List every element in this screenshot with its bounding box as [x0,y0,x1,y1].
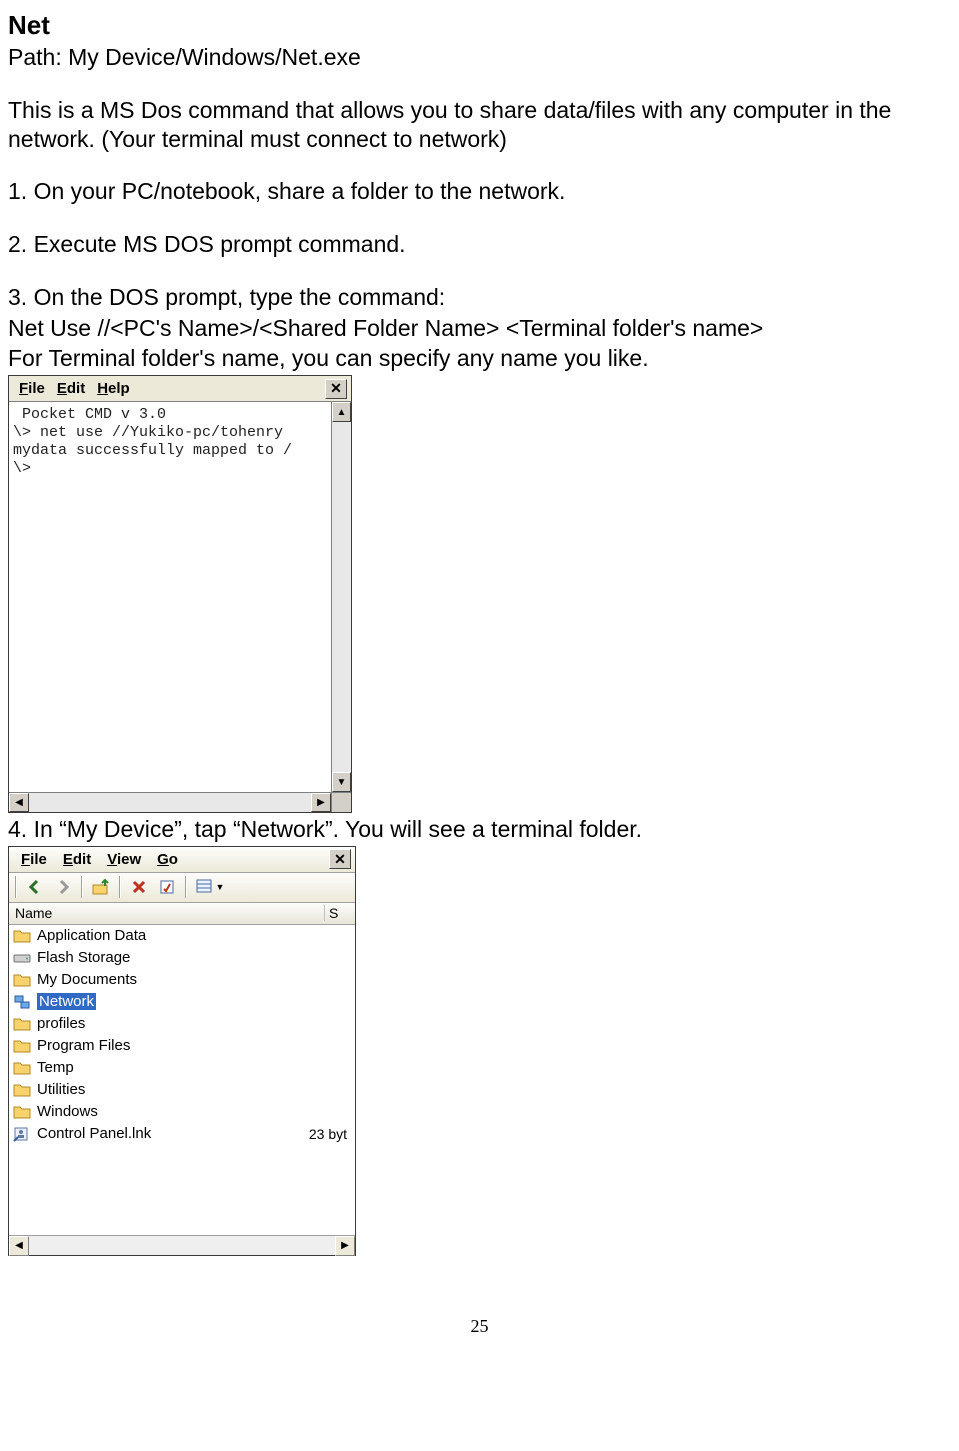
item-name: Program Files [37,1037,290,1054]
folder-icon [13,1038,31,1054]
item-size: 23 byt [296,1126,351,1142]
list-item[interactable]: Temp [9,1057,355,1079]
list-item[interactable]: Application Data [9,925,355,947]
up-folder-button[interactable] [89,875,113,899]
arrow-right-icon: ▶ [317,797,325,808]
doc-step2: 2. Execute MS DOS prompt command. [8,230,951,259]
scroll-right-button-2[interactable]: ▶ [335,1236,355,1256]
properties-icon [159,879,175,895]
menu-edit-2[interactable]: Edit [55,849,99,870]
folder-up-icon [92,879,110,895]
list-item[interactable]: Program Files [9,1035,355,1057]
doc-step1: 1. On your PC/notebook, share a folder t… [8,177,951,206]
list-item[interactable]: Utilities [9,1079,355,1101]
doc-step3c: For Terminal folder's name, you can spec… [8,344,951,373]
file-list: Application Data Flash Storage My Document… [9,925,355,1235]
properties-button[interactable] [155,875,179,899]
item-name: Utilities [37,1081,290,1098]
menu-help-label: elp [108,380,130,397]
close-button[interactable]: ✕ [325,379,347,399]
item-name: My Documents [37,971,290,988]
nav-back-button[interactable] [23,875,47,899]
item-name: profiles [37,1015,290,1032]
scroll-left-button[interactable]: ◀ [9,793,29,812]
delete-button[interactable] [127,875,151,899]
horizontal-scrollbar[interactable]: ◀ ▶ [9,792,351,812]
list-item[interactable]: Network [9,991,355,1013]
explorer-menubar: File Edit View Go ✕ [9,847,355,873]
scroll-up-button[interactable]: ▲ [332,402,351,422]
folder-icon [13,972,31,988]
explorer-window: File Edit View Go ✕ ▼ Name S [8,846,356,1256]
menu-go[interactable]: Go [149,849,186,870]
scroll-right-button[interactable]: ▶ [311,793,331,812]
close-icon: ✕ [330,380,342,397]
folder-icon [13,1082,31,1098]
arrow-down-icon: ▼ [337,777,347,788]
folder-icon [13,1104,31,1120]
menu-edit-2-label: dit [73,851,91,868]
cmd-window: File Edit Help ✕ Pocket CMD v 3.0 \> net… [8,375,352,813]
item-name: Network [37,993,290,1010]
doc-intro: This is a MS Dos command that allows you… [8,96,951,154]
vertical-scrollbar[interactable]: ▲ ▼ [331,402,351,792]
close-button-2[interactable]: ✕ [329,849,351,869]
dropdown-icon: ▼ [216,882,225,892]
view-icon [196,879,214,895]
scroll-track-h[interactable] [29,793,311,812]
close-icon-2: ✕ [334,851,346,868]
menu-go-label: o [169,851,178,868]
arrow-left-icon-2: ◀ [15,1240,23,1251]
item-name: Flash Storage [37,949,290,966]
arrow-left-icon [27,879,43,895]
column-name[interactable]: Name [9,905,325,921]
arrow-right-icon-2: ▶ [341,1240,349,1251]
list-item[interactable]: Windows [9,1101,355,1123]
delete-icon [131,879,147,895]
list-item[interactable]: Control Panel.lnk 23 byt [9,1123,355,1145]
column-headers[interactable]: Name S [9,903,355,925]
list-item[interactable]: profiles [9,1013,355,1035]
cmd-menubar: File Edit Help ✕ [9,376,351,402]
folder-icon [13,1016,31,1032]
item-name: Control Panel.lnk [37,1125,290,1142]
doc-step4: 4. In “My Device”, tap “Network”. You wi… [8,815,951,844]
menu-view[interactable]: View [99,849,149,870]
menu-file-label: ile [28,380,45,397]
arrow-left-icon: ◀ [15,797,23,808]
doc-title: Net [8,10,951,41]
drive-icon [13,950,31,966]
explorer-toolbar: ▼ [9,873,355,903]
arrow-up-icon: ▲ [337,407,347,418]
item-name: Windows [37,1103,290,1120]
scroll-down-button[interactable]: ▼ [332,772,351,792]
scroll-left-button-2[interactable]: ◀ [9,1236,29,1256]
link-icon [13,1126,31,1142]
page-number: 25 [8,1316,951,1337]
nav-forward-button[interactable] [51,875,75,899]
scroll-track[interactable] [332,422,351,772]
item-name: Application Data [37,927,290,944]
column-size[interactable]: S [325,905,355,921]
arrow-right-icon [55,879,71,895]
view-mode-button[interactable]: ▼ [193,875,227,899]
menu-edit[interactable]: Edit [51,378,91,399]
menu-view-label: iew [117,851,141,868]
item-name: Temp [37,1059,290,1076]
menu-file[interactable]: File [13,378,51,399]
cmd-output: Pocket CMD v 3.0 \> net use //Yukiko-pc/… [9,402,331,792]
menu-file-2-label: ile [30,851,47,868]
list-item[interactable]: My Documents [9,969,355,991]
doc-step3a: 3. On the DOS prompt, type the command: [8,283,951,312]
menu-file-2[interactable]: File [13,849,55,870]
doc-path: Path: My Device/Windows/Net.exe [8,43,951,72]
folder-icon [13,928,31,944]
list-item[interactable]: Flash Storage [9,947,355,969]
network-icon [13,994,31,1010]
doc-step3b: Net Use //<PC's Name>/<Shared Folder Nam… [8,314,951,343]
menu-edit-label: dit [67,380,85,397]
menu-help[interactable]: Help [91,378,136,399]
folder-icon [13,1060,31,1076]
horizontal-scrollbar-2[interactable]: ◀ ▶ [9,1235,355,1255]
